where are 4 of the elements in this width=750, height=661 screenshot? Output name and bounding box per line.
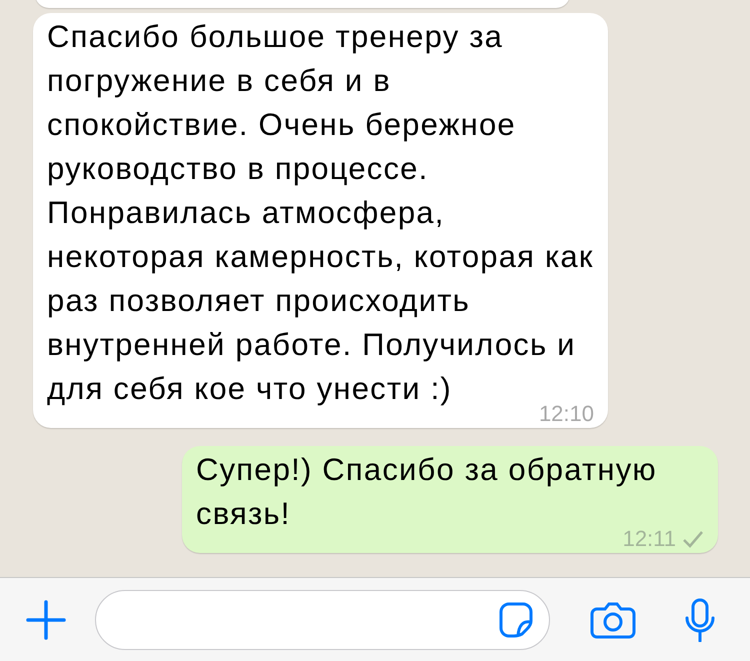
sticker-icon[interactable] — [499, 602, 533, 638]
camera-icon[interactable] — [590, 600, 636, 638]
microphone-icon[interactable] — [684, 598, 716, 642]
plus-icon[interactable] — [26, 600, 66, 640]
